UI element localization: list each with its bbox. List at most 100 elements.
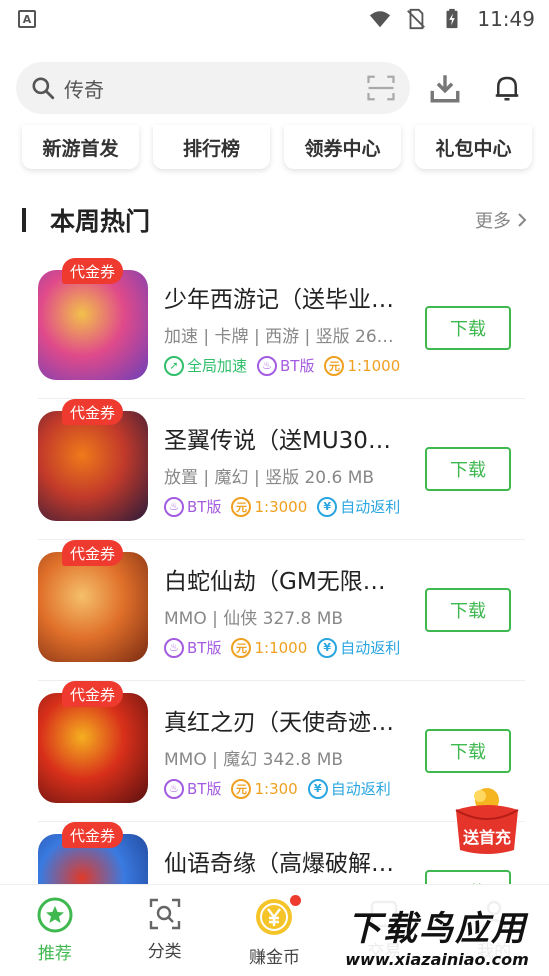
game-title: 真红之刃（天使奇迹… [164, 710, 394, 736]
tab-recommend[interactable]: 推荐 [0, 885, 110, 976]
game-tag: ¥ 自动返利 [307, 778, 391, 799]
flame-icon: ♨ [257, 355, 278, 376]
more-link[interactable]: 更多 [475, 207, 527, 233]
notifications-button[interactable] [484, 65, 530, 111]
game-icon[interactable] [38, 270, 148, 380]
search-query: 传奇 [64, 77, 104, 102]
chevron-right-icon [518, 213, 527, 227]
search-icon [32, 77, 55, 100]
game-title: 白蛇仙劫（GM无限… [164, 569, 386, 595]
game-meta: 加速 | 卡牌 | 西游 | 竖版 268.... [164, 327, 404, 347]
game-tag: ¥ 自动返利 [317, 496, 400, 517]
flame-icon: ♨ [164, 496, 184, 517]
game-icon[interactable] [38, 552, 148, 662]
game-tag: ➚ 全局加速 [164, 355, 247, 376]
battery-charging-icon [446, 8, 458, 29]
flame-icon: ♨ [164, 637, 184, 658]
voucher-badge: 代金券 [62, 822, 124, 848]
game-tags: ♨ BT版 元 1:1000 ¥ 自动返利 [164, 637, 404, 658]
game-tag-label: BT版 [280, 357, 315, 375]
download-button[interactable]: 下载 [425, 447, 511, 491]
section-header: 本周热门 更多 [22, 200, 527, 240]
watermark: 下载鸟应用 www.xiazainiao.com [329, 898, 545, 972]
game-title: 少年西游记（送毕业… [164, 287, 394, 313]
game-tags: ♨ BT版 元 1:3000 ¥ 自动返利 [164, 496, 404, 517]
game-icon[interactable] [38, 693, 148, 803]
game-tag: ♨ BT版 [164, 496, 221, 517]
game-tag-label: 1:300 [254, 779, 298, 798]
search-input[interactable]: 传奇 [16, 62, 410, 114]
yen-icon: ¥ [317, 637, 338, 658]
game-icon[interactable] [38, 411, 148, 521]
game-tag-label: BT版 [187, 780, 222, 798]
quick-nav-coupons[interactable]: 领券中心 [284, 125, 401, 169]
no-sim-icon [407, 8, 426, 30]
clock: 11:49 [477, 7, 535, 31]
red-packet-label: 送首充 [462, 828, 511, 847]
game-tag-label: 1:1000 [254, 638, 308, 657]
game-tag: ♨ BT版 [164, 778, 221, 799]
red-packet-icon [455, 788, 519, 854]
game-tag-label: 1:3000 [254, 497, 308, 516]
watermark-title: 下载鸟应用 [347, 909, 527, 949]
game-tag: 元 1:1000 [324, 355, 400, 376]
game-tag: 元 1:3000 [231, 496, 307, 517]
download-icon [430, 75, 460, 103]
bell-icon [495, 76, 519, 101]
game-tag-label: BT版 [187, 639, 222, 657]
status-bar: A 11:49 [0, 0, 549, 38]
game-tag: 元 1:300 [231, 778, 298, 799]
game-tag-label: 自动返利 [340, 498, 401, 516]
game-tag: ♨ BT版 [164, 637, 221, 658]
voucher-badge: 代金券 [62, 258, 124, 284]
download-button[interactable]: 下载 [425, 306, 511, 350]
game-list-item[interactable]: 代金券 白蛇仙劫（GM无限… MMO | 仙侠 327.8 MB ♨ BT版 元… [0, 540, 549, 681]
category-search-icon [149, 898, 180, 930]
search-row: 传奇 [16, 60, 536, 116]
quick-nav-gift-packs[interactable]: 礼包中心 [415, 125, 532, 169]
download-button[interactable]: 下载 [425, 729, 511, 773]
game-tag: ¥ 自动返利 [317, 637, 400, 658]
quick-nav-ranking[interactable]: 排行榜 [153, 125, 270, 169]
game-tag-label: 全局加速 [187, 357, 248, 375]
download-manager-button[interactable] [422, 65, 468, 111]
coin-icon: 元 [324, 355, 345, 376]
first-recharge-red-packet[interactable]: 送首充 [448, 784, 526, 862]
game-tag-label: 自动返利 [340, 639, 401, 657]
game-list-item[interactable]: 代金券 少年西游记（送毕业… 加速 | 卡牌 | 西游 | 竖版 268....… [0, 258, 549, 399]
notification-dot [289, 895, 301, 906]
voucher-badge: 代金券 [62, 681, 124, 707]
more-label: 更多 [475, 211, 511, 232]
game-tag-label: BT版 [187, 498, 222, 516]
game-list-item[interactable]: 代金券 圣翼传说（送MU30… 放置 | 魔幻 | 竖版 20.6 MB ♨ B… [0, 399, 549, 540]
flame-icon: ♨ [164, 778, 184, 799]
voucher-badge: 代金券 [62, 540, 124, 566]
coin-icon: 元 [231, 637, 252, 658]
tab-category[interactable]: 分类 [110, 885, 220, 976]
quick-nav-new-games[interactable]: 新游首发 [22, 125, 139, 169]
coin-icon: 元 [231, 778, 252, 799]
rocket-icon: ➚ [164, 355, 184, 376]
game-meta: MMO | 魔幻 342.8 MB [164, 750, 344, 770]
game-tag: ♨ BT版 [257, 355, 314, 376]
game-tag-label: 1:1000 [347, 356, 401, 375]
game-tag: 元 1:1000 [231, 637, 307, 658]
download-button[interactable]: 下载 [425, 588, 511, 632]
game-tags: ➚ 全局加速 ♨ BT版 元 1:1000 [164, 355, 404, 376]
wifi-icon [370, 11, 391, 28]
watermark-url: www.xiazainiao.com [345, 950, 529, 969]
tab-earn-coins[interactable]: 赚金币 [220, 885, 330, 976]
yen-icon: ¥ [317, 496, 338, 517]
game-tags: ♨ BT版 元 1:300 ¥ 自动返利 [164, 778, 404, 799]
scan-icon[interactable] [366, 73, 396, 103]
yen-icon: ¥ [307, 778, 328, 799]
game-title: 圣翼传说（送MU30… [164, 428, 391, 454]
yen-coin-icon [256, 899, 293, 935]
game-tag-label: 自动返利 [330, 780, 391, 798]
game-meta: MMO | 仙侠 327.8 MB [164, 609, 344, 629]
section-accent-bar [22, 208, 26, 232]
coin-icon: 元 [231, 496, 252, 517]
quick-nav: 新游首发 排行榜 领券中心 礼包中心 [22, 125, 537, 171]
game-title: 仙语奇缘（高爆破解… [164, 851, 394, 877]
game-meta: 放置 | 魔幻 | 竖版 20.6 MB [164, 468, 375, 488]
